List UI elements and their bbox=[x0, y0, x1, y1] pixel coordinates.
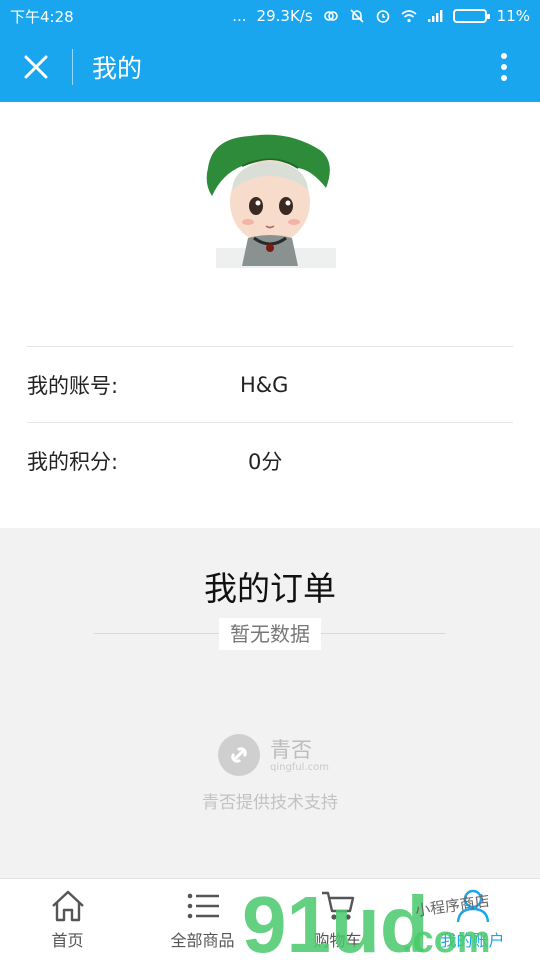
account-label: 我的账号: bbox=[27, 373, 119, 398]
list-icon bbox=[187, 893, 219, 919]
points-row: 我的积分: 0分 bbox=[27, 422, 513, 498]
tab-home-label: 首页 bbox=[51, 931, 84, 950]
close-icon bbox=[24, 55, 48, 79]
battery-icon bbox=[452, 9, 490, 23]
avatar bbox=[202, 130, 338, 268]
header-divider bbox=[72, 49, 73, 85]
account-value: H&G bbox=[240, 372, 289, 397]
support-text: 青否提供技术支持 bbox=[202, 793, 338, 813]
status-dots: ... bbox=[232, 7, 247, 25]
app-bar: 我的 bbox=[0, 32, 540, 102]
tab-my-account-label: 我的账户 bbox=[440, 931, 505, 950]
tab-all-products[interactable]: 全部商品 bbox=[135, 879, 270, 960]
home-icon bbox=[51, 890, 84, 922]
account-row: 我的账号: H&G bbox=[27, 346, 513, 422]
wifi-icon bbox=[401, 10, 417, 23]
tab-cart-label: 购物车 bbox=[313, 931, 362, 950]
profile-section: 我的账号: H&G 我的积分: 0分 bbox=[0, 102, 540, 528]
brand-logo-icon bbox=[218, 734, 260, 776]
link-icon bbox=[323, 11, 338, 21]
bottom-tab-bar: 首页 全部商品 购物车 我的账户 bbox=[0, 878, 540, 960]
status-right: ... 29.3K/s 11% bbox=[232, 7, 530, 25]
orders-title: 我的订单 bbox=[204, 569, 336, 608]
tab-cart[interactable]: 购物车 bbox=[270, 879, 405, 960]
status-time: 下午4:28 bbox=[10, 7, 74, 26]
tab-home[interactable]: 首页 bbox=[0, 879, 135, 960]
signal-icon bbox=[427, 10, 443, 22]
empty-state-text: 暂无数据 bbox=[219, 618, 321, 650]
tab-all-products-label: 全部商品 bbox=[170, 931, 235, 950]
status-speed: 29.3K/s bbox=[256, 7, 313, 25]
status-bar: 下午4:28 ... 29.3K/s 11% bbox=[0, 0, 540, 32]
user-icon bbox=[456, 889, 489, 923]
brand-mark: 青否 qingful.com bbox=[218, 734, 329, 776]
more-button[interactable] bbox=[468, 32, 540, 102]
cart-icon bbox=[321, 891, 354, 920]
points-value: 0分 bbox=[248, 449, 283, 474]
more-vertical-icon bbox=[501, 53, 507, 81]
close-button[interactable] bbox=[0, 32, 72, 102]
tab-my-account[interactable]: 我的账户 bbox=[405, 879, 540, 960]
brand-name: 青否 bbox=[270, 737, 312, 762]
points-label: 我的积分: bbox=[27, 449, 119, 474]
battery-percent: 11% bbox=[496, 7, 530, 25]
alarm-icon bbox=[376, 10, 389, 23]
mute-icon bbox=[350, 9, 364, 23]
brand-text: 青否 qingful.com bbox=[270, 738, 329, 773]
brand-domain: qingful.com bbox=[270, 761, 329, 773]
page-title: 我的 bbox=[92, 54, 143, 83]
orders-section: 我的订单 暂无数据 青否 qingful.com 青否提供技术支持 bbox=[0, 528, 540, 878]
